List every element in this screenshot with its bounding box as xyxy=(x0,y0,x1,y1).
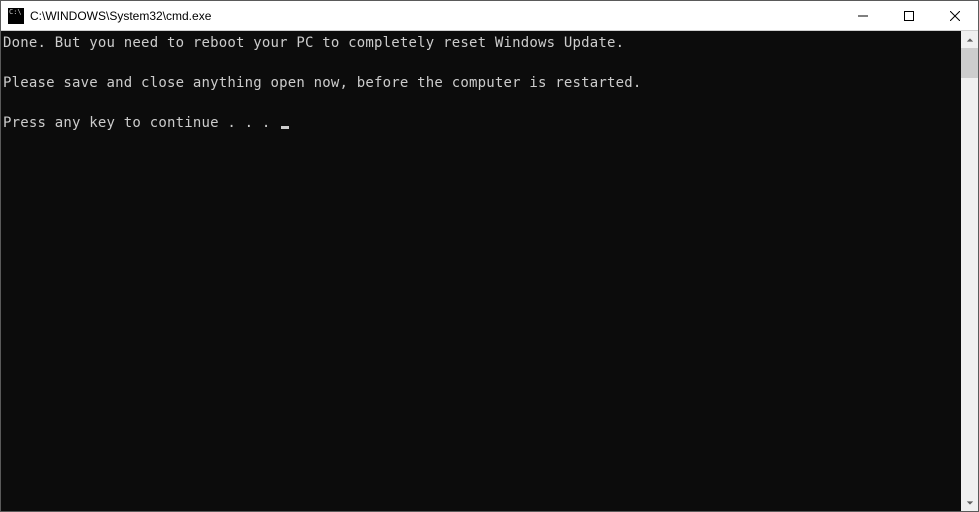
close-button[interactable] xyxy=(932,1,978,30)
cmd-icon xyxy=(8,8,24,24)
console-line: Done. But you need to reboot your PC to … xyxy=(3,35,624,51)
vertical-scrollbar[interactable] xyxy=(961,31,978,511)
console-line: Press any key to continue . . . xyxy=(3,115,279,131)
scrollbar-thumb[interactable] xyxy=(961,48,978,78)
cmd-window: C:\WINDOWS\System32\cmd.exe Done. But yo… xyxy=(0,0,979,512)
minimize-icon xyxy=(858,11,868,21)
scrollbar-track[interactable] xyxy=(961,48,978,494)
scroll-up-button[interactable] xyxy=(961,31,978,48)
console-cursor xyxy=(281,126,289,129)
scroll-down-button[interactable] xyxy=(961,494,978,511)
close-icon xyxy=(950,11,960,21)
console-line: Please save and close anything open now,… xyxy=(3,75,642,91)
maximize-button[interactable] xyxy=(886,1,932,30)
client-area: Done. But you need to reboot your PC to … xyxy=(1,31,978,511)
minimize-button[interactable] xyxy=(840,1,886,30)
maximize-icon xyxy=(904,11,914,21)
window-controls xyxy=(840,1,978,30)
titlebar[interactable]: C:\WINDOWS\System32\cmd.exe xyxy=(1,1,978,31)
chevron-up-icon xyxy=(966,36,974,44)
console-output[interactable]: Done. But you need to reboot your PC to … xyxy=(1,31,961,511)
window-title: C:\WINDOWS\System32\cmd.exe xyxy=(30,9,840,23)
chevron-down-icon xyxy=(966,499,974,507)
